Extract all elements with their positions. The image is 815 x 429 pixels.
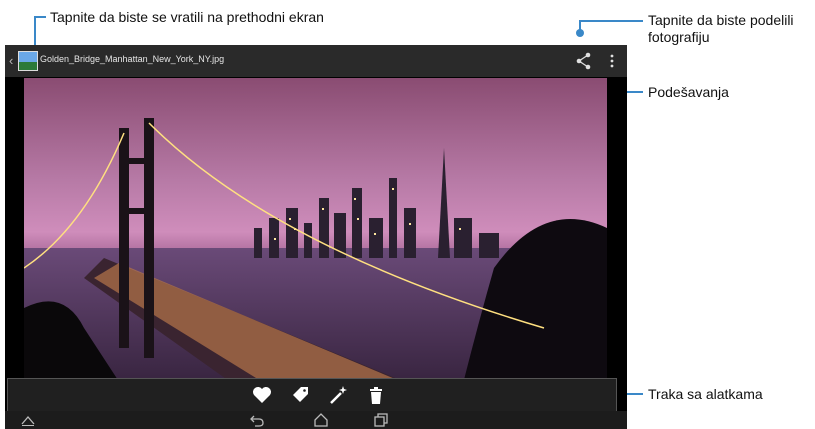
share-callout-text-2: fotografiju [648, 29, 710, 45]
chevron-up-icon[interactable] [20, 413, 36, 427]
share-icon[interactable] [575, 51, 593, 71]
share-callout-line-v [579, 20, 581, 34]
file-name: Golden_Bridge_Manhattan_New_York_NY.jpg [40, 54, 225, 64]
back-callout-line-h [34, 16, 46, 18]
nav-back-icon[interactable] [249, 413, 265, 427]
action-bar: ‹ Golden_Bridge_Manhattan_New_York_NY.jp… [5, 45, 627, 77]
magic-wand-icon[interactable] [326, 383, 350, 407]
back-callout-text: Tapnite da biste se vratili na prethodni… [50, 9, 324, 25]
heart-icon[interactable] [250, 383, 274, 407]
share-callout-text-1: Tapnite da biste podelili [648, 12, 794, 28]
toolbar-callout-text: Traka sa alatkama [648, 386, 763, 402]
recents-icon[interactable] [373, 413, 389, 427]
trash-icon[interactable] [364, 383, 388, 407]
overflow-menu-icon[interactable] [609, 53, 615, 69]
back-callout-line-v [34, 16, 36, 48]
settings-callout-text: Podešavanja [648, 84, 729, 100]
system-nav-bar [5, 411, 627, 429]
tablet-screen: ‹ Golden_Bridge_Manhattan_New_York_NY.jp… [5, 45, 627, 429]
gallery-thumbnail-icon[interactable] [18, 51, 38, 71]
toolbar [7, 378, 617, 413]
chevron-left-icon[interactable]: ‹ [9, 53, 13, 68]
photo-view[interactable] [24, 78, 607, 420]
share-callout-line-h [579, 20, 643, 22]
tag-icon[interactable] [288, 383, 312, 407]
home-icon[interactable] [313, 413, 329, 427]
